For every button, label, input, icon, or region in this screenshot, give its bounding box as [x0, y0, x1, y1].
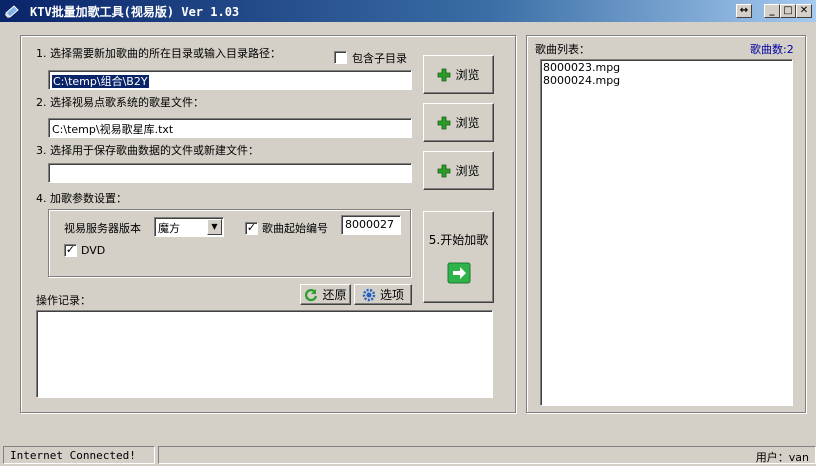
options-label: 选项 — [379, 288, 404, 302]
status-user: 用户：van — [158, 446, 816, 464]
gear-icon — [362, 288, 376, 301]
checkmark-icon: ✓ — [246, 221, 257, 234]
server-version-label: 视易服务器版本 — [64, 222, 141, 235]
include-subdirs-label: 包含子目录 — [352, 52, 407, 65]
plus-icon — [438, 116, 451, 129]
start-add-songs-button[interactable]: 5.开始加歌 — [423, 211, 494, 303]
browse-source-button[interactable]: 浏览 — [423, 55, 494, 94]
status-connection: Internet Connected! — [3, 446, 155, 464]
step3-label: 3. 选择用于保存歌曲数据的文件或新建文件： — [36, 144, 259, 157]
app-icon — [5, 5, 19, 18]
step2-label: 2. 选择视易点歌系统的歌星文件： — [36, 96, 204, 109]
include-subdirs-checkbox[interactable] — [334, 51, 347, 64]
browse-save-button[interactable]: 浏览 — [423, 151, 494, 190]
source-dir-input[interactable]: C:\temp\组合\B2Y — [48, 70, 412, 90]
restore-label: 还原 — [322, 288, 347, 302]
start-number-checkbox[interactable]: ✓ — [245, 222, 258, 235]
window-title: KTV批量加歌工具(视易版) Ver 1.03 — [30, 5, 240, 19]
start-number-label: 歌曲起始编号 — [262, 222, 328, 235]
browse-save-label: 浏览 — [455, 164, 480, 178]
save-file-input[interactable] — [48, 163, 412, 183]
plus-icon — [438, 164, 451, 177]
log-textarea[interactable] — [36, 310, 493, 398]
server-version-select[interactable]: 魔方 ▼ — [154, 217, 224, 237]
start-number-input[interactable]: 8000027 — [341, 215, 401, 235]
step4-label: 4. 加歌参数设置： — [36, 192, 127, 205]
refresh-icon — [305, 288, 318, 301]
server-version-value: 魔方 — [158, 222, 180, 235]
restore-icon[interactable]: ↔ — [736, 4, 752, 18]
step1-label: 1. 选择需要新加歌曲的所在目录或输入目录路径： — [36, 47, 281, 60]
options-button[interactable]: 选项 — [354, 284, 412, 305]
browse-source-label: 浏览 — [455, 68, 480, 82]
minimize-button[interactable]: _ — [764, 4, 780, 18]
arrow-right-icon — [447, 262, 470, 283]
close-button[interactable]: ✕ — [796, 4, 812, 18]
song-listbox[interactable]: 8000023.mpg 8000024.mpg — [540, 59, 793, 406]
dvd-label: DVD — [81, 244, 106, 257]
chevron-down-icon[interactable]: ▼ — [207, 219, 222, 235]
browse-singer-label: 浏览 — [455, 116, 480, 130]
list-item[interactable]: 8000023.mpg — [543, 61, 790, 74]
checkmark-icon: ✓ — [65, 243, 76, 256]
dvd-checkbox[interactable]: ✓ — [64, 244, 77, 257]
singer-file-input[interactable]: C:\temp\视易歌星库.txt — [48, 118, 412, 138]
song-list-label: 歌曲列表： — [535, 43, 590, 56]
source-dir-value: C:\temp\组合\B2Y — [52, 75, 149, 88]
maximize-button[interactable]: □ — [780, 4, 796, 18]
list-item[interactable]: 8000024.mpg — [543, 74, 790, 87]
plus-icon — [438, 68, 451, 81]
restore-button[interactable]: 还原 — [300, 284, 351, 305]
log-label: 操作记录： — [36, 294, 91, 307]
song-count-label: 歌曲数:2 — [750, 43, 794, 56]
title-bar[interactable]: KTV批量加歌工具(视易版) Ver 1.03 ↔ _ □ ✕ — [0, 0, 816, 22]
browse-singer-button[interactable]: 浏览 — [423, 103, 494, 142]
start-add-songs-label: 5.开始加歌 — [428, 232, 489, 247]
